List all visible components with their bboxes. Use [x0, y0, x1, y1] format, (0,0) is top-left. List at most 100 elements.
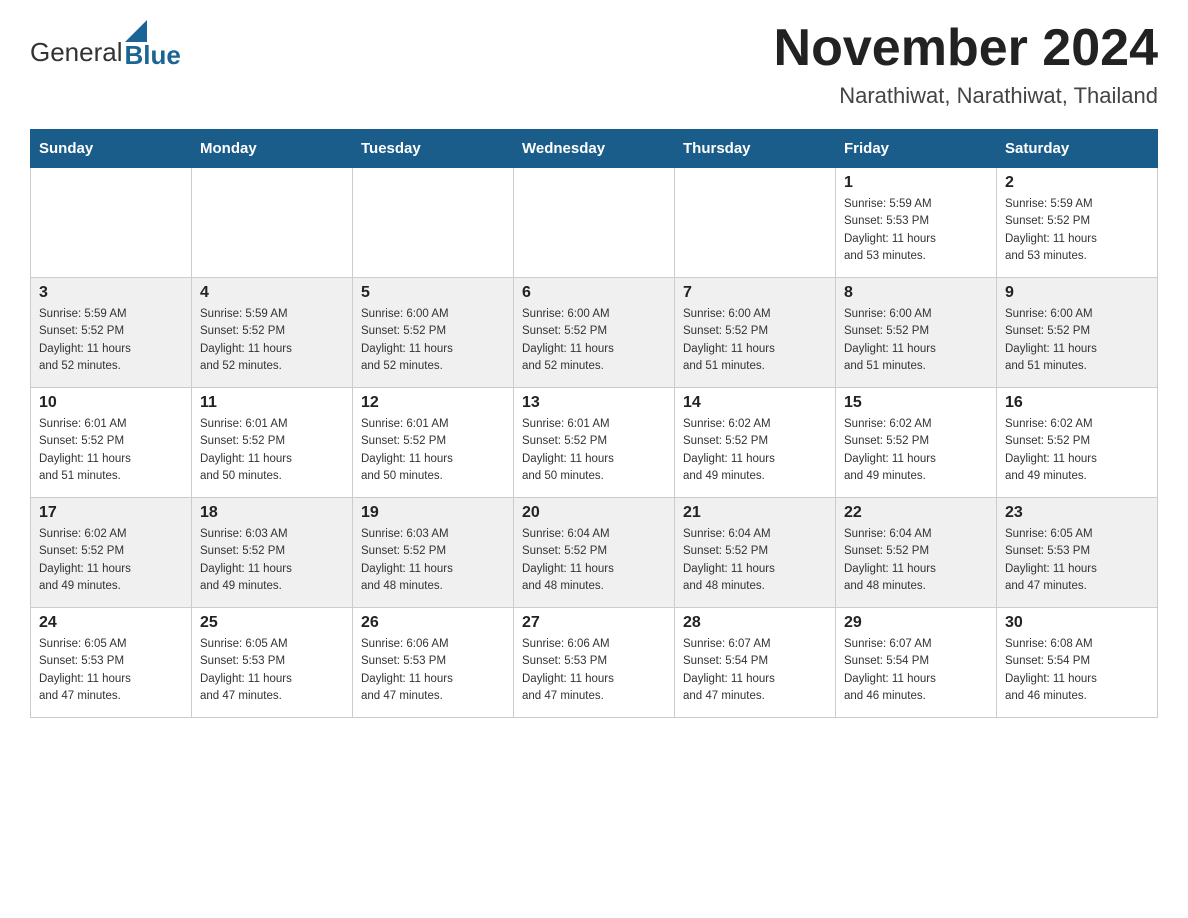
title-area: November 2024 Narathiwat, Narathiwat, Th…	[774, 20, 1158, 109]
calendar-cell	[31, 168, 192, 278]
day-number: 17	[39, 504, 183, 522]
day-info: Sunrise: 6:02 AM Sunset: 5:52 PM Dayligh…	[39, 526, 183, 595]
day-number: 6	[522, 284, 666, 302]
week-row-2: 3 Sunrise: 5:59 AM Sunset: 5:52 PM Daylig…	[31, 278, 1158, 388]
header: General Blue November 2024 Narathiwat, N…	[30, 20, 1158, 109]
calendar-cell: 29Sunrise: 6:07 AM Sunset: 5:54 PM Dayli…	[836, 608, 997, 718]
day-number: 21	[683, 504, 827, 522]
calendar-cell	[514, 168, 675, 278]
calendar-cell: 15 Sunrise: 6:02 AM Sunset: 5:52 PM Dayli…	[836, 388, 997, 498]
calendar-cell: 25 Sunrise: 6:05 AM Sunset: 5:53 PM Dayli…	[192, 608, 353, 718]
day-number: 3	[39, 284, 183, 302]
day-info: Sunrise: 6:03 AM Sunset: 5:52 PM Dayligh…	[361, 526, 505, 595]
logo-general-text: General	[30, 37, 123, 68]
calendar-cell: 21 Sunrise: 6:04 AM Sunset: 5:52 PM Dayli…	[675, 498, 836, 608]
day-number: 14	[683, 394, 827, 412]
week-row-1: 1Sunrise: 5:59 AM Sunset: 5:53 PM Daylig…	[31, 168, 1158, 278]
day-info: Sunrise: 6:02 AM Sunset: 5:52 PM Dayligh…	[844, 416, 988, 485]
calendar-cell: 28 Sunrise: 6:07 AM Sunset: 5:54 PM Dayli…	[675, 608, 836, 718]
day-number: 22	[844, 504, 988, 522]
calendar-table: SundayMondayTuesdayWednesdayThursdayFrid…	[30, 129, 1158, 718]
day-info: Sunrise: 5:59 AM Sunset: 5:52 PM Dayligh…	[39, 306, 183, 375]
header-day-monday: Monday	[192, 130, 353, 168]
calendar-cell	[675, 168, 836, 278]
day-info: Sunrise: 6:00 AM Sunset: 5:52 PM Dayligh…	[683, 306, 827, 375]
day-info: Sunrise: 6:02 AM Sunset: 5:52 PM Dayligh…	[683, 416, 827, 485]
day-info: Sunrise: 6:05 AM Sunset: 5:53 PM Dayligh…	[200, 636, 344, 705]
calendar-cell: 10 Sunrise: 6:01 AM Sunset: 5:52 PM Dayli…	[31, 388, 192, 498]
day-info: Sunrise: 6:08 AM Sunset: 5:54 PM Dayligh…	[1005, 636, 1149, 705]
calendar-cell: 19 Sunrise: 6:03 AM Sunset: 5:52 PM Dayli…	[353, 498, 514, 608]
day-number: 20	[522, 504, 666, 522]
calendar-cell: 11Sunrise: 6:01 AM Sunset: 5:52 PM Dayli…	[192, 388, 353, 498]
day-number: 15	[844, 394, 988, 412]
day-number: 5	[361, 284, 505, 302]
calendar-cell: 2Sunrise: 5:59 AM Sunset: 5:52 PM Daylig…	[997, 168, 1158, 278]
location-title: Narathiwat, Narathiwat, Thailand	[774, 83, 1158, 109]
calendar-cell: 20 Sunrise: 6:04 AM Sunset: 5:52 PM Dayli…	[514, 498, 675, 608]
calendar-cell: 14 Sunrise: 6:02 AM Sunset: 5:52 PM Dayli…	[675, 388, 836, 498]
day-number: 30	[1005, 614, 1149, 632]
header-day-thursday: Thursday	[675, 130, 836, 168]
day-info: Sunrise: 6:06 AM Sunset: 5:53 PM Dayligh…	[522, 636, 666, 705]
day-info: Sunrise: 5:59 AM Sunset: 5:52 PM Dayligh…	[200, 306, 344, 375]
day-info: Sunrise: 6:00 AM Sunset: 5:52 PM Dayligh…	[361, 306, 505, 375]
day-info: Sunrise: 6:01 AM Sunset: 5:52 PM Dayligh…	[361, 416, 505, 485]
day-info: Sunrise: 6:01 AM Sunset: 5:52 PM Dayligh…	[39, 416, 183, 485]
day-number: 25	[200, 614, 344, 632]
day-info: Sunrise: 6:04 AM Sunset: 5:52 PM Dayligh…	[844, 526, 988, 595]
day-info: Sunrise: 6:02 AM Sunset: 5:52 PM Dayligh…	[1005, 416, 1149, 485]
calendar-cell: 5 Sunrise: 6:00 AM Sunset: 5:52 PM Daylig…	[353, 278, 514, 388]
calendar-cell: 6 Sunrise: 6:00 AM Sunset: 5:52 PM Daylig…	[514, 278, 675, 388]
day-number: 18	[200, 504, 344, 522]
day-number: 27	[522, 614, 666, 632]
day-info: Sunrise: 6:04 AM Sunset: 5:52 PM Dayligh…	[683, 526, 827, 595]
header-day-wednesday: Wednesday	[514, 130, 675, 168]
calendar-cell	[192, 168, 353, 278]
month-title: November 2024	[774, 20, 1158, 77]
calendar-cell: 26 Sunrise: 6:06 AM Sunset: 5:53 PM Dayli…	[353, 608, 514, 718]
day-info: Sunrise: 6:07 AM Sunset: 5:54 PM Dayligh…	[683, 636, 827, 705]
day-number: 28	[683, 614, 827, 632]
day-number: 4	[200, 284, 344, 302]
day-number: 7	[683, 284, 827, 302]
calendar-cell: 22 Sunrise: 6:04 AM Sunset: 5:52 PM Dayli…	[836, 498, 997, 608]
day-number: 26	[361, 614, 505, 632]
calendar-cell: 27 Sunrise: 6:06 AM Sunset: 5:53 PM Dayli…	[514, 608, 675, 718]
calendar-cell: 18 Sunrise: 6:03 AM Sunset: 5:52 PM Dayli…	[192, 498, 353, 608]
day-info: Sunrise: 6:01 AM Sunset: 5:52 PM Dayligh…	[522, 416, 666, 485]
header-day-tuesday: Tuesday	[353, 130, 514, 168]
calendar-cell: 13Sunrise: 6:01 AM Sunset: 5:52 PM Dayli…	[514, 388, 675, 498]
logo-blue-part: Blue	[125, 20, 181, 68]
day-number: 16	[1005, 394, 1149, 412]
day-number: 10	[39, 394, 183, 412]
day-number: 19	[361, 504, 505, 522]
day-info: Sunrise: 5:59 AM Sunset: 5:53 PM Dayligh…	[844, 196, 988, 265]
day-info: Sunrise: 6:06 AM Sunset: 5:53 PM Dayligh…	[361, 636, 505, 705]
day-number: 29	[844, 614, 988, 632]
logo-triangle-icon	[125, 20, 147, 42]
day-info: Sunrise: 6:00 AM Sunset: 5:52 PM Dayligh…	[1005, 306, 1149, 375]
calendar-cell: 23Sunrise: 6:05 AM Sunset: 5:53 PM Dayli…	[997, 498, 1158, 608]
calendar-cell: 24Sunrise: 6:05 AM Sunset: 5:53 PM Dayli…	[31, 608, 192, 718]
header-day-saturday: Saturday	[997, 130, 1158, 168]
calendar-cell	[353, 168, 514, 278]
day-number: 9	[1005, 284, 1149, 302]
calendar-cell: 12 Sunrise: 6:01 AM Sunset: 5:52 PM Dayli…	[353, 388, 514, 498]
calendar-cell: 3 Sunrise: 5:59 AM Sunset: 5:52 PM Daylig…	[31, 278, 192, 388]
day-info: Sunrise: 6:00 AM Sunset: 5:52 PM Dayligh…	[844, 306, 988, 375]
day-info: Sunrise: 6:05 AM Sunset: 5:53 PM Dayligh…	[39, 636, 183, 705]
day-info: Sunrise: 6:03 AM Sunset: 5:52 PM Dayligh…	[200, 526, 344, 595]
day-number: 2	[1005, 174, 1149, 192]
calendar-cell: 9 Sunrise: 6:00 AM Sunset: 5:52 PM Daylig…	[997, 278, 1158, 388]
day-number: 12	[361, 394, 505, 412]
calendar-cell: 16 Sunrise: 6:02 AM Sunset: 5:52 PM Dayli…	[997, 388, 1158, 498]
day-info: Sunrise: 6:00 AM Sunset: 5:52 PM Dayligh…	[522, 306, 666, 375]
week-row-5: 24Sunrise: 6:05 AM Sunset: 5:53 PM Dayli…	[31, 608, 1158, 718]
header-day-sunday: Sunday	[31, 130, 192, 168]
day-number: 11	[200, 394, 344, 412]
day-number: 23	[1005, 504, 1149, 522]
week-row-3: 10 Sunrise: 6:01 AM Sunset: 5:52 PM Dayli…	[31, 388, 1158, 498]
day-info: Sunrise: 6:04 AM Sunset: 5:52 PM Dayligh…	[522, 526, 666, 595]
header-row: SundayMondayTuesdayWednesdayThursdayFrid…	[31, 130, 1158, 168]
